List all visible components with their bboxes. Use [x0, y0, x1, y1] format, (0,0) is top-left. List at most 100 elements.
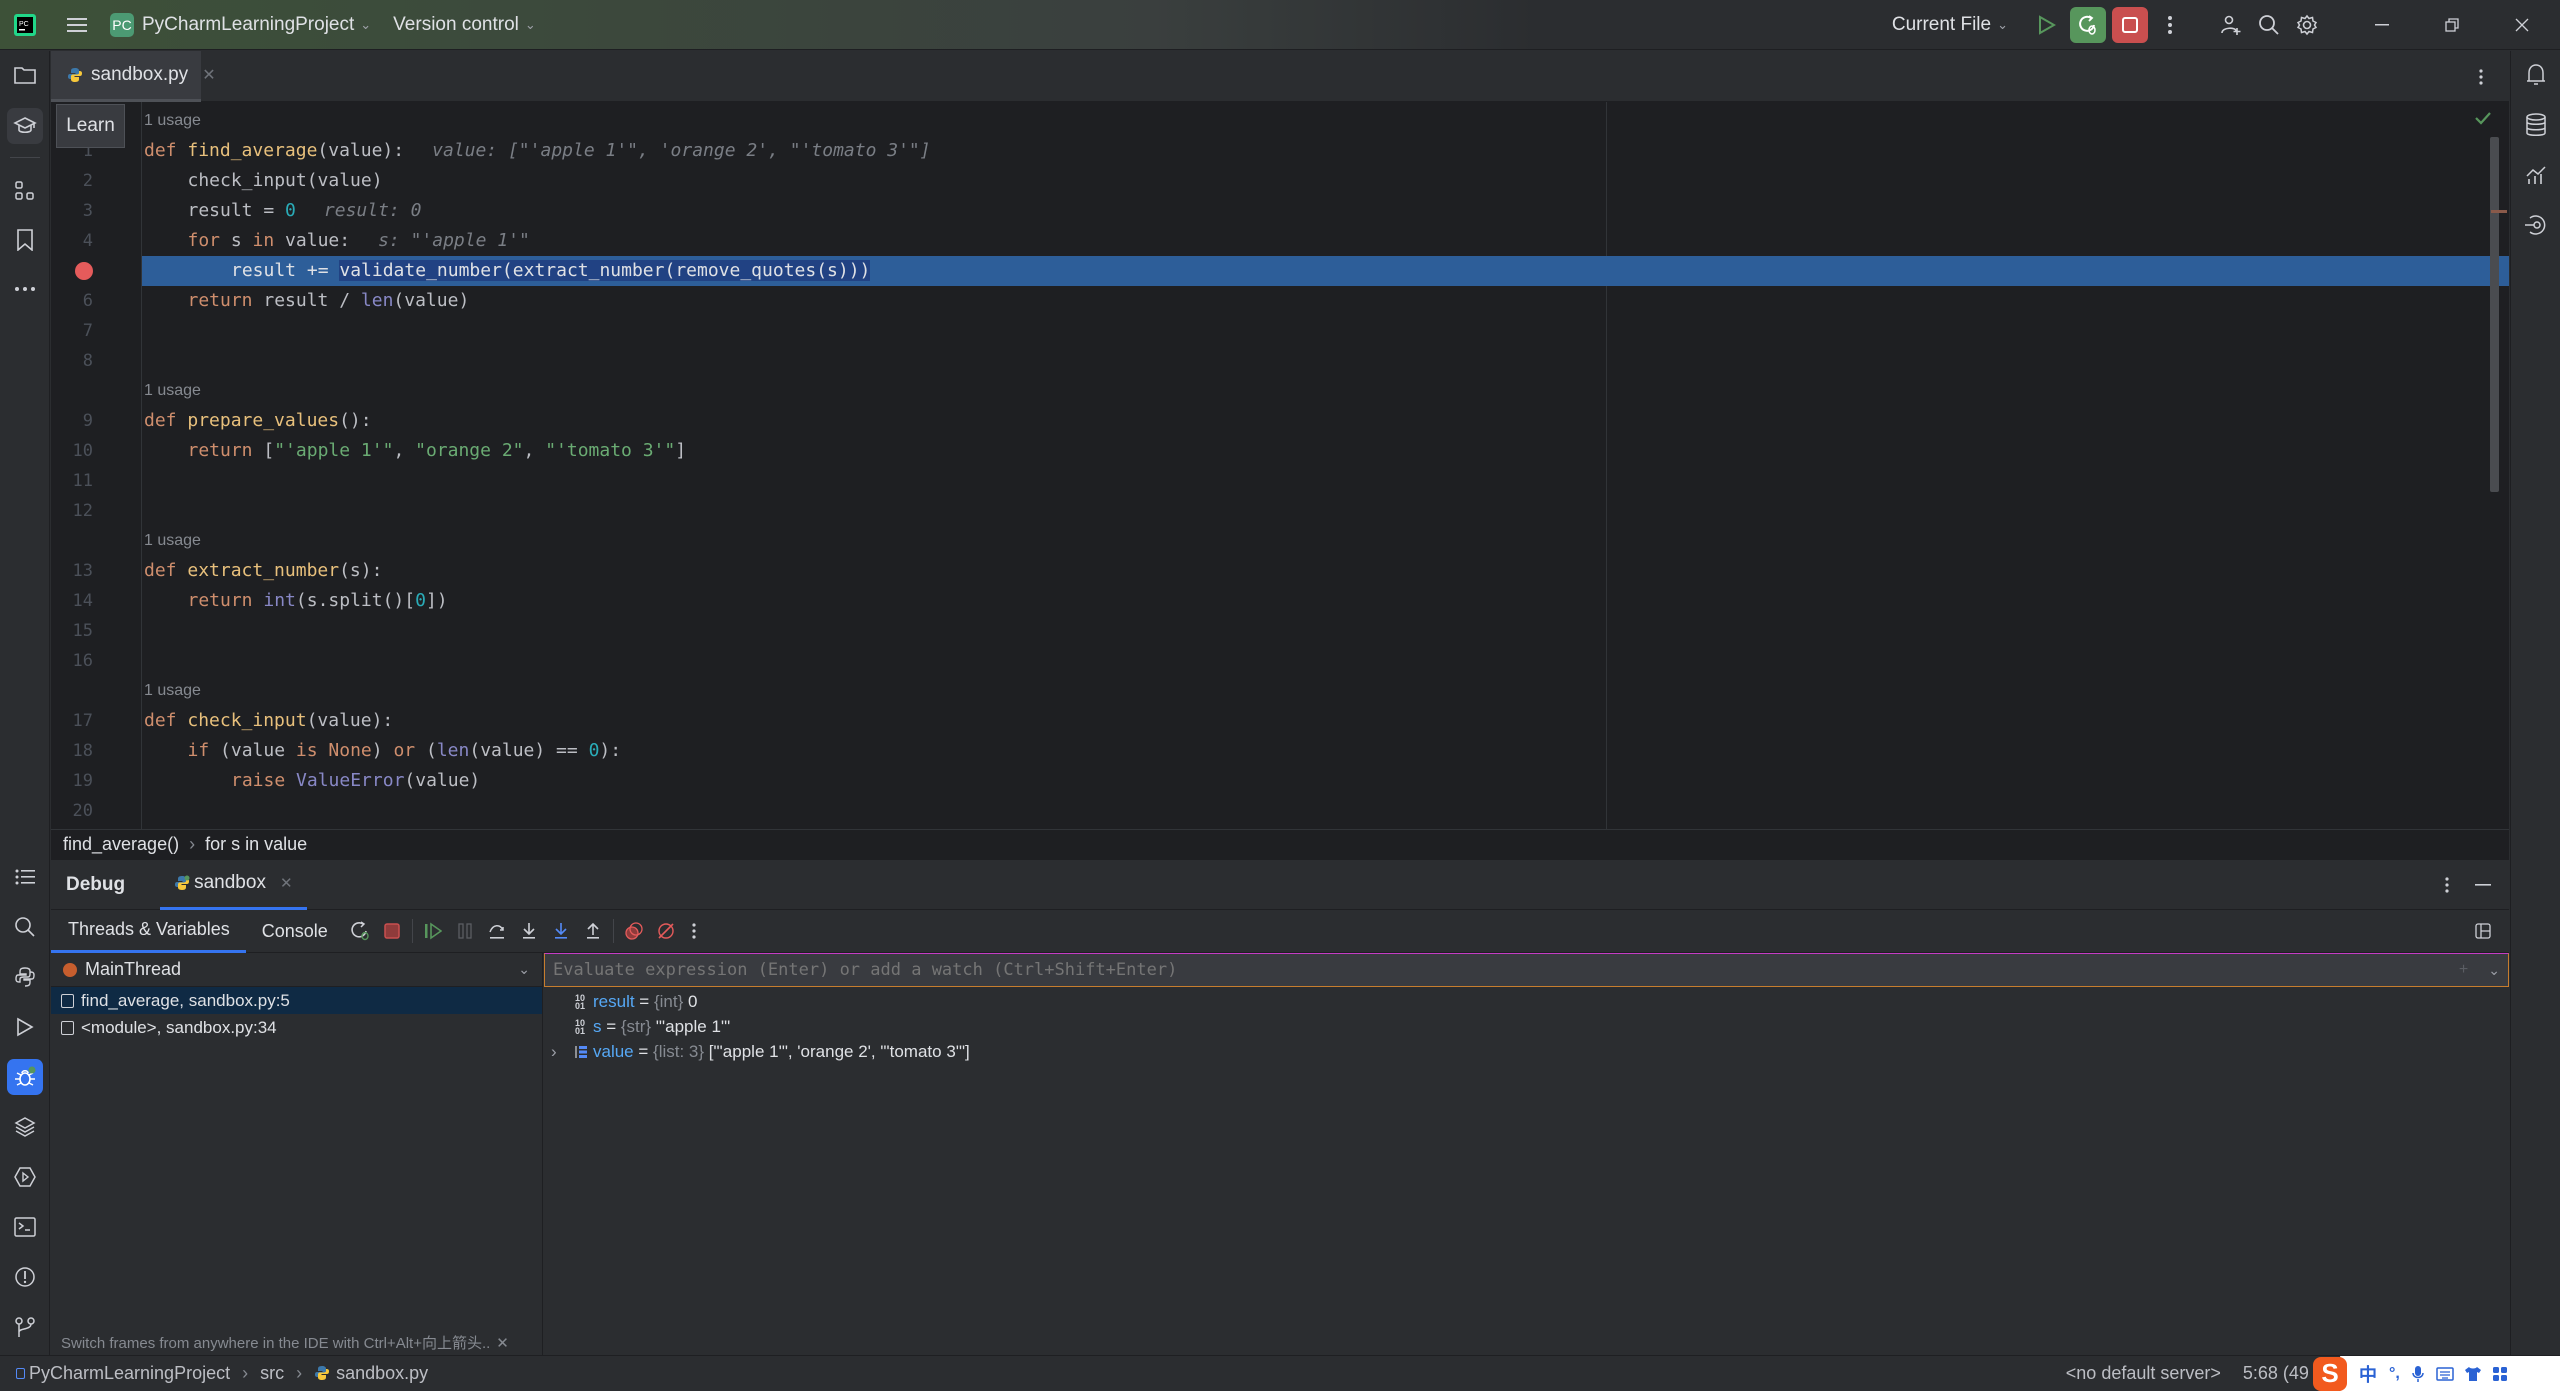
line-number[interactable]: 16 [51, 646, 93, 676]
tab-threads-variables[interactable]: Threads & Variables [51, 910, 246, 953]
endpoints-button[interactable] [2518, 207, 2554, 243]
step-into-icon[interactable] [513, 915, 545, 947]
code-line[interactable]: return int(s.split()[0]) [188, 586, 448, 616]
usage-hint[interactable]: 1 usage [144, 376, 201, 406]
problems-button[interactable] [7, 1259, 43, 1295]
tab-console[interactable]: Console [246, 910, 344, 953]
notifications-button[interactable] [2518, 57, 2554, 93]
services-button[interactable] [7, 1159, 43, 1195]
code-line[interactable]: def find_average(value): value: ["'apple … [144, 136, 931, 166]
database-button[interactable] [2518, 107, 2554, 143]
code-line[interactable]: def check_input(value): [144, 706, 393, 736]
breakpoint-icon[interactable] [75, 262, 93, 280]
line-number[interactable]: 19 [51, 766, 93, 796]
rerun-debug-icon[interactable] [2070, 6, 2106, 43]
debug-tool-button[interactable] [7, 1059, 43, 1095]
line-number[interactable]: 11 [51, 466, 93, 496]
learn-tool-button[interactable] [7, 108, 43, 144]
ime-toolbox-icon[interactable] [2492, 1366, 2508, 1382]
code-line[interactable]: return result / len(value) [188, 286, 470, 316]
hide-panel-icon[interactable] [2475, 883, 2491, 886]
line-number[interactable]: 3 [51, 196, 93, 226]
usage-hint[interactable]: 1 usage [144, 526, 201, 556]
code-line[interactable]: if (value is None) or (len(value) == 0): [188, 736, 622, 766]
code-line[interactable]: result = 0 result: 0 [188, 196, 422, 226]
code-editor[interactable]: 1234567891011121314151617181920 1 usage1… [51, 102, 2509, 829]
line-number[interactable]: 18 [51, 736, 93, 766]
run-tool-button[interactable] [7, 1009, 43, 1045]
ime-microphone-icon[interactable] [2412, 1365, 2424, 1383]
more-actions-icon[interactable] [2160, 10, 2180, 40]
mute-breakpoints-icon[interactable] [650, 915, 682, 947]
line-number[interactable]: 20 [51, 796, 93, 826]
code-line[interactable]: raise ValueError(value) [231, 766, 480, 796]
more-debug-actions-icon[interactable] [682, 915, 706, 947]
step-into-my-code-icon[interactable] [545, 915, 577, 947]
view-breakpoints-icon[interactable] [618, 915, 650, 947]
line-number[interactable]: 17 [51, 706, 93, 736]
restore-window-icon[interactable] [2432, 5, 2472, 45]
debug-options-icon[interactable] [2445, 876, 2449, 893]
settings-gear-icon[interactable] [2292, 10, 2322, 40]
find-tool-button[interactable] [7, 909, 43, 945]
stop-icon[interactable] [376, 915, 408, 947]
ime-keyboard-icon[interactable] [2436, 1366, 2454, 1381]
stack-frame-row[interactable]: <module>, sandbox.py:34 [51, 1014, 542, 1041]
tab-sandbox-py[interactable]: sandbox.py ✕ [51, 51, 216, 102]
editor-scrollbar[interactable] [2490, 137, 2499, 492]
status-path-project[interactable]: PyCharmLearningProject [29, 1363, 230, 1384]
ime-toolbar[interactable]: S 中 °, [2313, 1356, 2560, 1391]
search-icon[interactable] [2254, 10, 2284, 40]
stop-icon[interactable] [2112, 6, 2148, 43]
pause-icon[interactable] [449, 915, 481, 947]
line-number[interactable]: 8 [51, 346, 93, 376]
project-tool-button[interactable] [7, 57, 43, 93]
ime-chinese-mode[interactable]: 中 [2359, 1361, 2377, 1387]
rerun-icon[interactable] [344, 915, 376, 947]
editor-gutter[interactable]: 1234567891011121314151617181920 [51, 102, 141, 829]
variable-row[interactable]: 10 01 result = {int} 0 [543, 989, 2509, 1014]
breadcrumb-item[interactable]: find_average() [63, 834, 179, 855]
line-number[interactable]: 12 [51, 496, 93, 526]
stack-frame-row[interactable]: find_average, sandbox.py:5 [51, 987, 542, 1014]
project-selector[interactable]: PC PyCharmLearningProject ⌄ [110, 0, 371, 50]
variable-row[interactable]: › value = {list: 3} ["'apple 1'", 'orang… [543, 1039, 2509, 1064]
resume-icon[interactable] [417, 915, 449, 947]
code-with-me-icon[interactable] [2216, 10, 2246, 40]
line-number[interactable]: 4 [51, 226, 93, 256]
bookmarks-tool-button[interactable] [7, 222, 43, 258]
status-path-file[interactable]: sandbox.py [336, 1363, 428, 1384]
pycharm-logo-icon[interactable]: PC [12, 12, 38, 38]
python-packages-button[interactable] [7, 1109, 43, 1145]
breadcrumb-item[interactable]: for s in value [205, 834, 307, 855]
usage-hint[interactable]: 1 usage [144, 676, 201, 706]
more-tool-windows-button[interactable] [7, 271, 43, 307]
git-button[interactable] [7, 1309, 43, 1345]
close-window-icon[interactable] [2502, 5, 2542, 45]
line-number[interactable]: 2 [51, 166, 93, 196]
tab-options-icon[interactable] [2471, 67, 2491, 87]
status-path-folder[interactable]: src [260, 1363, 284, 1384]
step-over-icon[interactable] [481, 915, 513, 947]
structure-tool-button[interactable] [7, 173, 43, 209]
close-tip-icon[interactable]: ✕ [496, 1334, 509, 1352]
ime-skin-icon[interactable] [2464, 1366, 2482, 1382]
line-number[interactable]: 6 [51, 286, 93, 316]
code-line[interactable]: return ["'apple 1'", "orange 2", "'tomat… [188, 436, 687, 466]
minimize-window-icon[interactable] [2362, 5, 2402, 45]
bookmarks-list-button[interactable] [7, 859, 43, 895]
code-line[interactable]: for s in value: s: "'apple 1'" [188, 226, 530, 256]
code-line[interactable]: def prepare_values(): [144, 406, 372, 436]
no-problems-check-icon[interactable] [2473, 108, 2493, 128]
line-number[interactable]: 7 [51, 316, 93, 346]
code-line[interactable]: def extract_number(s): [144, 556, 382, 586]
debug-session-tab[interactable]: sandbox ✕ [160, 860, 307, 910]
evaluate-expression-field[interactable]: + ⌄ [544, 953, 2509, 987]
main-menu-icon[interactable] [64, 12, 90, 38]
terminal-button[interactable] [7, 1209, 43, 1245]
close-session-icon[interactable]: ✕ [280, 874, 293, 892]
code-line[interactable]: check_input(value) [188, 166, 383, 196]
ime-punctuation[interactable]: °, [2389, 1365, 2400, 1383]
add-watch-icon[interactable]: + [2459, 961, 2468, 979]
code-line[interactable]: result += validate_number(extract_number… [231, 256, 871, 286]
